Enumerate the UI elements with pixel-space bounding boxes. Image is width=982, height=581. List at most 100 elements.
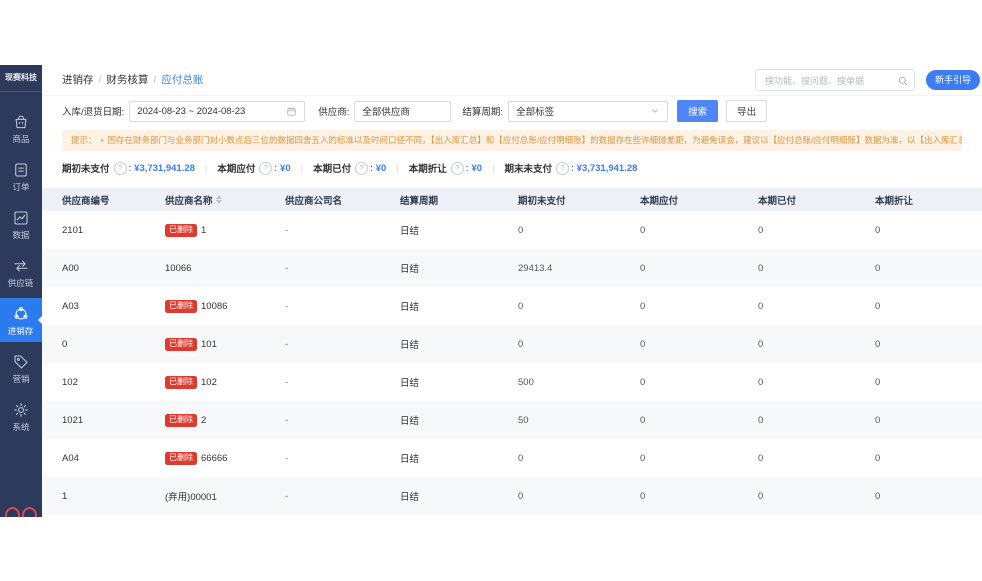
breadcrumb: 进销存/财务核算/应付总账 (62, 65, 203, 95)
deleted-badge: 已删除 (165, 452, 197, 465)
sidebar-item-label: 系统 (12, 422, 29, 432)
sidebar-item-orders[interactable]: 订单 (0, 154, 42, 198)
sidebar-item-data[interactable]: 数据 (0, 202, 42, 246)
breadcrumb-item[interactable]: 财务核算 (106, 74, 148, 86)
period-payable-cell: 0 (640, 263, 758, 274)
summary-label: 本期折让 (409, 161, 447, 175)
newbie-guide-button[interactable]: 新手引导 (926, 70, 980, 90)
opening-unpaid-cell: 29413.4 (518, 263, 640, 274)
brand-logo[interactable]: 现赛科技 (0, 65, 42, 92)
cycle-label: 结算周期: (462, 104, 503, 118)
company-name-cell: - (285, 415, 400, 426)
column-header: 结算周期 (400, 193, 518, 207)
sort-icon[interactable] (216, 195, 222, 204)
period-paid-cell: 0 (758, 301, 875, 312)
summary-separator: | (492, 163, 494, 174)
company-name-cell: - (285, 491, 400, 502)
summary-separator: | (301, 163, 303, 174)
notice-text: 因存在财务部门与业务部门对小数点后三位的数据四舍五入的标准以及时间口径不同，【出… (108, 135, 963, 145)
summary-value: ¥0 (376, 163, 387, 174)
summary-separator: | (396, 163, 398, 174)
topbar: 进销存/财务核算/应付总账 新手引导 (42, 65, 982, 96)
period-payable-cell: 0 (640, 225, 758, 236)
deleted-badge: 已删除 (165, 338, 197, 351)
help-icon[interactable]: ? (259, 162, 272, 175)
summary-label: 期末未支付 (505, 161, 553, 175)
sidebar-nav: 商品订单数据供应链进销存营销系统 (0, 106, 42, 438)
sidebar-item-inventory[interactable]: 进销存 (0, 298, 42, 342)
supplier-name-cell: (弃用)00001 (165, 489, 285, 503)
deleted-badge: 已删除 (165, 376, 197, 389)
period-discount-cell: 0 (875, 415, 982, 426)
export-button[interactable]: 导出 (726, 100, 767, 122)
breadcrumb-item[interactable]: 进销存 (62, 74, 94, 86)
help-icon[interactable]: ? (451, 162, 464, 175)
sidebar-item-system[interactable]: 系统 (0, 394, 42, 438)
settlement-cycle-cell: 日结 (400, 299, 518, 313)
company-name-cell: - (285, 339, 400, 350)
table-row: 1021已删除2-日结50000 (42, 401, 982, 439)
summary-value: ¥3,731,941.28 (577, 163, 638, 174)
period-paid-cell: 0 (758, 263, 875, 274)
period-payable-cell: 0 (640, 377, 758, 388)
period-paid-cell: 0 (758, 339, 875, 350)
order-icon (12, 161, 30, 179)
help-icon[interactable]: ? (355, 162, 368, 175)
period-discount-cell: 0 (875, 225, 982, 236)
notice-bar: 提示：•因存在财务部门与业务部门对小数点后三位的数据四舍五入的标准以及时间口径不… (62, 130, 962, 151)
opening-unpaid-cell: 0 (518, 339, 640, 350)
period-discount-cell: 0 (875, 339, 982, 350)
payable-table: 供应商编号供应商名称供应商公司名结算周期期初未支付本期应付本期已付本期折让 21… (42, 188, 982, 515)
supplier-code-cell: A04 (62, 453, 165, 464)
supplier-code-cell: A03 (62, 301, 165, 312)
supplier-input[interactable]: 全部供应商 (354, 101, 451, 122)
table-row: 1(弃用)00001-日结0000 (42, 477, 982, 515)
sidebar-item-label: 营销 (12, 374, 29, 384)
sidebar-item-label: 供应链 (8, 278, 34, 288)
period-discount-cell: 0 (875, 453, 982, 464)
sidebar-item-marketing[interactable]: 营销 (0, 346, 42, 390)
date-range-input[interactable]: 2024-08-23 ~ 2024-08-23 (129, 101, 305, 122)
gear-icon (12, 401, 30, 419)
table-body: 2101已删除1-日结0000A0010066-日结29413.4000A03已… (42, 211, 982, 515)
notice-prefix: 提示： (71, 135, 97, 145)
table-row: 2101已删除1-日结0000 (42, 211, 982, 249)
period-paid-cell: 0 (758, 453, 875, 464)
company-name-cell: - (285, 453, 400, 464)
chart-icon (12, 209, 30, 227)
period-payable-cell: 0 (640, 415, 758, 426)
cycle-select[interactable]: 全部标签 (508, 101, 668, 122)
global-search-input[interactable] (763, 70, 893, 92)
supplier-code-cell: 2101 (62, 225, 165, 236)
company-name-cell: - (285, 377, 400, 388)
column-header: 供应商编号 (62, 193, 165, 207)
global-search[interactable] (755, 69, 915, 91)
opening-unpaid-cell: 0 (518, 491, 640, 502)
supplier-code-cell: 1021 (62, 415, 165, 426)
column-header[interactable]: 供应商名称 (165, 193, 285, 207)
help-icon[interactable]: ? (556, 162, 569, 175)
summary-label: 本期已付 (313, 161, 351, 175)
table-row: A03已删除10086-日结0000 (42, 287, 982, 325)
search-button[interactable]: 搜索 (677, 100, 718, 122)
app-window: 现赛科技 商品订单数据供应链进销存营销系统 进销存/财务核算/应付总账 新手引导 (0, 65, 982, 517)
supplier-name-cell: 10066 (165, 263, 285, 274)
table-row: A04已删除66666-日结0000 (42, 439, 982, 477)
settlement-cycle-cell: 日结 (400, 451, 518, 465)
settlement-cycle-cell: 日结 (400, 413, 518, 427)
supplier-name-cell: 已删除102 (165, 376, 285, 389)
sidebar-item-supply-chain[interactable]: 供应链 (0, 250, 42, 294)
sidebar-item-label: 商品 (12, 134, 29, 144)
sidebar-item-goods[interactable]: 商品 (0, 106, 42, 150)
search-icon[interactable] (897, 74, 909, 86)
company-name-cell: - (285, 301, 400, 312)
summary-value: ¥0 (471, 163, 482, 174)
supplier-code-cell: 1 (62, 491, 165, 502)
opening-unpaid-cell: 0 (518, 225, 640, 236)
column-header: 供应商公司名 (285, 193, 400, 207)
help-icon[interactable]: ? (114, 162, 127, 175)
sidebar-item-label: 数据 (12, 230, 29, 240)
settlement-cycle-cell: 日结 (400, 337, 518, 351)
date-range-value: 2024-08-23 ~ 2024-08-23 (137, 106, 245, 117)
supplier-name-cell: 已删除101 (165, 338, 285, 351)
